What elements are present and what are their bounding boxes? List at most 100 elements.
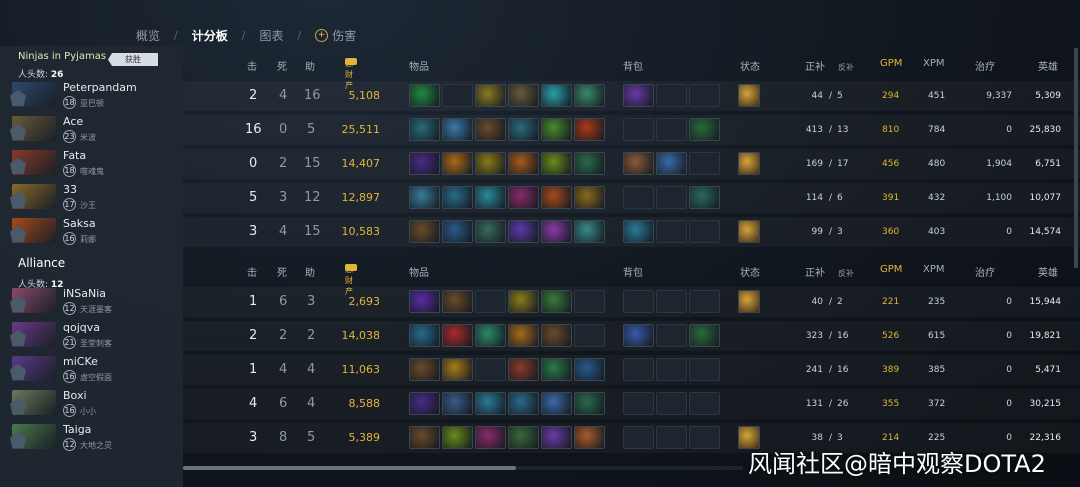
backpack-header[interactable]: 背包 <box>623 264 643 279</box>
buff-icon[interactable] <box>738 152 760 175</box>
item-slot[interactable] <box>508 118 539 141</box>
player-card[interactable]: 33 17 沙王 <box>8 182 183 213</box>
player-name[interactable]: Fata <box>63 149 86 162</box>
backpack-slot[interactable] <box>656 392 687 415</box>
backpack-slot[interactable] <box>689 84 720 107</box>
items-header[interactable]: 物品 <box>409 264 429 279</box>
item-slot[interactable] <box>574 220 605 243</box>
item-slot[interactable] <box>475 118 506 141</box>
player-card[interactable]: Boxi 16 小小 <box>8 388 183 419</box>
tab-graphs[interactable]: 图表 <box>259 27 297 44</box>
backpack-slot[interactable] <box>689 290 720 313</box>
item-slot[interactable] <box>574 358 605 381</box>
item-slot[interactable] <box>475 290 506 313</box>
tab-scoreboard[interactable]: 计分板 <box>192 27 242 44</box>
player-card[interactable]: Peterpandam 18 亚巴顿 <box>8 80 183 111</box>
item-slot[interactable] <box>442 152 473 175</box>
backpack-slot[interactable] <box>656 152 687 175</box>
player-card[interactable]: Fata 18 噬魂鬼 <box>8 148 183 179</box>
gpm-header[interactable]: GPM <box>880 264 902 275</box>
item-slot[interactable] <box>574 152 605 175</box>
item-slot[interactable] <box>508 358 539 381</box>
player-name[interactable]: iNSaNia <box>63 287 106 300</box>
assists-header[interactable]: 助 <box>305 58 315 73</box>
buffs-header[interactable]: 状态 <box>740 264 760 279</box>
player-name[interactable]: miCKe <box>63 355 98 368</box>
deaths-header[interactable]: 死 <box>277 58 287 73</box>
backpack-slot[interactable] <box>689 324 720 347</box>
item-slot[interactable] <box>541 426 572 449</box>
item-slot[interactable] <box>475 392 506 415</box>
item-slot[interactable] <box>475 186 506 209</box>
backpack-slot[interactable] <box>656 324 687 347</box>
item-slot[interactable] <box>475 152 506 175</box>
denies-header[interactable]: 反补 <box>838 62 854 73</box>
item-slot[interactable] <box>409 220 440 243</box>
backpack-slot[interactable] <box>656 290 687 313</box>
item-slot[interactable] <box>475 426 506 449</box>
item-slot[interactable] <box>409 290 440 313</box>
item-slot[interactable] <box>442 426 473 449</box>
item-slot[interactable] <box>475 220 506 243</box>
item-slot[interactable] <box>541 392 572 415</box>
item-slot[interactable] <box>574 186 605 209</box>
backpack-slot[interactable] <box>689 220 720 243</box>
denies-header[interactable]: 反补 <box>838 268 854 279</box>
item-slot[interactable] <box>442 118 473 141</box>
player-card[interactable]: iNSaNia 12 天涯墨客 <box>8 286 183 317</box>
item-slot[interactable] <box>409 358 440 381</box>
buff-icon[interactable] <box>738 84 760 107</box>
item-slot[interactable] <box>508 220 539 243</box>
item-slot[interactable] <box>442 392 473 415</box>
item-slot[interactable] <box>574 290 605 313</box>
backpack-slot[interactable] <box>623 220 654 243</box>
horizontal-scrollbar[interactable] <box>183 466 516 470</box>
kills-header[interactable]: 击 <box>247 58 257 73</box>
item-slot[interactable] <box>442 358 473 381</box>
backpack-slot[interactable] <box>656 220 687 243</box>
item-slot[interactable] <box>541 324 572 347</box>
buffs-header[interactable]: 状态 <box>740 58 760 73</box>
buff-icon[interactable] <box>738 220 760 243</box>
item-slot[interactable] <box>508 290 539 313</box>
vertical-scrollbar[interactable] <box>1074 48 1078 268</box>
item-slot[interactable] <box>508 84 539 107</box>
net-worth-header[interactable]: 总财产 <box>345 58 359 90</box>
player-card[interactable]: Taiga 12 大地之灵 <box>8 422 183 453</box>
item-slot[interactable] <box>475 324 506 347</box>
last-hits-header[interactable]: 正补 <box>805 264 825 279</box>
item-slot[interactable] <box>574 84 605 107</box>
player-name[interactable]: qojqva <box>63 321 100 334</box>
item-slot[interactable] <box>508 392 539 415</box>
backpack-slot[interactable] <box>689 392 720 415</box>
backpack-slot[interactable] <box>689 426 720 449</box>
item-slot[interactable] <box>409 324 440 347</box>
item-slot[interactable] <box>442 186 473 209</box>
player-card[interactable]: Ace 23 米波 <box>8 114 183 145</box>
items-header[interactable]: 物品 <box>409 58 429 73</box>
tab-overview[interactable]: 概览 <box>136 27 174 44</box>
item-slot[interactable] <box>541 290 572 313</box>
assists-header[interactable]: 助 <box>305 264 315 279</box>
player-name[interactable]: Saksa <box>63 217 96 230</box>
backpack-slot[interactable] <box>623 152 654 175</box>
item-slot[interactable] <box>409 118 440 141</box>
net-worth-header[interactable]: 总财产 <box>345 264 359 296</box>
player-name[interactable]: 33 <box>63 183 77 196</box>
backpack-slot[interactable] <box>623 84 654 107</box>
item-slot[interactable] <box>574 426 605 449</box>
player-name[interactable]: Ace <box>63 115 83 128</box>
hero-damage-header[interactable]: 英雄 <box>1038 264 1058 279</box>
item-slot[interactable] <box>409 392 440 415</box>
player-name[interactable]: Taiga <box>63 423 91 436</box>
backpack-slot[interactable] <box>689 152 720 175</box>
item-slot[interactable] <box>475 358 506 381</box>
backpack-slot[interactable] <box>623 290 654 313</box>
item-slot[interactable] <box>574 324 605 347</box>
backpack-slot[interactable] <box>623 186 654 209</box>
xpm-header[interactable]: XPM <box>923 58 945 69</box>
backpack-slot[interactable] <box>689 186 720 209</box>
healing-header[interactable]: 治疗 <box>975 264 995 279</box>
item-slot[interactable] <box>442 290 473 313</box>
gpm-header[interactable]: GPM <box>880 58 902 69</box>
